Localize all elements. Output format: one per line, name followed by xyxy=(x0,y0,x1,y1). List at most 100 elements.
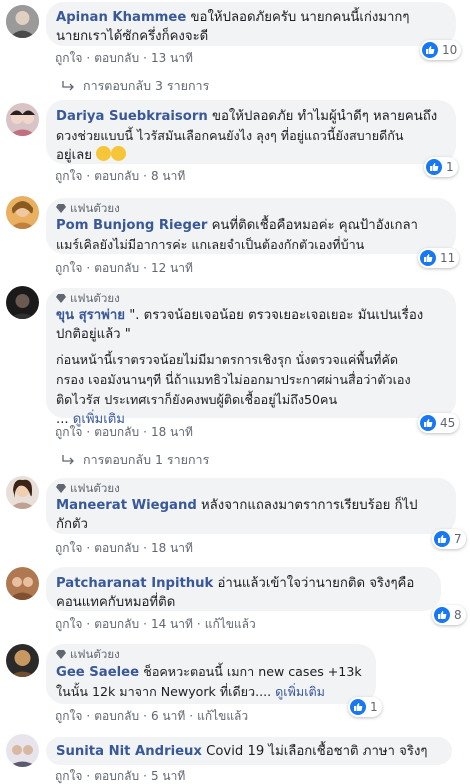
comment-bubble: แฟนตัวยง Gee Saelee ช็อคหวะตอนนี้ เมกา n… xyxy=(46,644,376,704)
like-count: 11 xyxy=(440,251,456,265)
comment-text: อยู่เลย xyxy=(56,148,92,163)
avatar[interactable] xyxy=(6,734,39,767)
reply-button[interactable]: ตอบกลับ xyxy=(94,50,139,66)
author-name[interactable]: ขุน สุราพ่าย xyxy=(56,308,125,323)
smile-emoji-icon xyxy=(111,146,127,161)
diamond-icon xyxy=(56,204,66,213)
timestamp[interactable]: 8 นาที xyxy=(151,168,185,184)
like-icon xyxy=(420,250,436,266)
reaction-count[interactable]: 1 xyxy=(348,697,382,717)
like-button[interactable]: ถูกใจ xyxy=(55,424,82,440)
replies-label: การตอบกลับ 3 รายการ xyxy=(83,78,210,93)
comment-text: ปกติอยู่แล้ว " xyxy=(56,327,131,342)
comment-text: นายกเราได้ซักครึ่งก็คงจะดี xyxy=(56,29,209,44)
badge-label: แฟนตัวยง xyxy=(70,291,120,305)
reply-button[interactable]: ตอบกลับ xyxy=(94,424,139,440)
top-fan-badge: แฟนตัวยง xyxy=(56,291,444,305)
like-button[interactable]: ถูกใจ xyxy=(55,50,82,66)
like-button[interactable]: ถูกใจ xyxy=(55,616,82,632)
avatar[interactable] xyxy=(6,5,39,38)
avatar[interactable] xyxy=(6,567,39,600)
like-count: 10 xyxy=(442,43,458,57)
comment-actions: ถูกใจ · ตอบกลับ · 6 นาที · แก้ไขแล้ว xyxy=(55,708,249,724)
top-fan-badge: แฟนตัวยง xyxy=(56,481,444,495)
comment-actions: ถูกใจ · ตอบกลับ · 13 นาที xyxy=(55,50,193,66)
reaction-count[interactable]: 8 xyxy=(432,605,466,625)
like-button[interactable]: ถูกใจ xyxy=(55,768,82,784)
author-name[interactable]: Maneerat Wiegand xyxy=(56,498,197,513)
timestamp[interactable]: 6 นาที xyxy=(151,708,185,724)
reply-button[interactable]: ตอบกลับ xyxy=(94,616,139,632)
avatar[interactable] xyxy=(6,476,39,509)
avatar[interactable] xyxy=(6,196,39,229)
author-name[interactable]: Apinan Khammee xyxy=(56,10,186,25)
reaction-count[interactable]: 1 xyxy=(424,157,458,177)
reaction-count[interactable]: 10 xyxy=(420,40,462,60)
top-fan-badge: แฟนตัวยง xyxy=(56,201,444,215)
avatar[interactable] xyxy=(6,286,39,319)
timestamp[interactable]: 5 นาที xyxy=(151,768,185,784)
reply-button[interactable]: ตอบกลับ xyxy=(94,260,139,276)
see-more-link[interactable]: ดูเพิ่มเติม xyxy=(275,684,325,699)
like-button[interactable]: ถูกใจ xyxy=(55,168,82,184)
like-button[interactable]: ถูกใจ xyxy=(55,708,82,724)
comment-text: ขอให้ปลอดภัยครับ นายกคนนี้เก่งมากๆ xyxy=(190,10,410,25)
comment-text: คอนแทคกับหมอที่ติด xyxy=(56,595,176,610)
comment-actions: ถูกใจ · ตอบกลับ · 14 นาที · แก้ไขแล้ว xyxy=(55,616,256,632)
like-button[interactable]: ถูกใจ xyxy=(55,260,82,276)
reply-button[interactable]: ตอบกลับ xyxy=(94,708,139,724)
comment-bubble: Dariya Suebkraisorn ขอให้ปลอดภัย ทำไมผู้… xyxy=(46,100,456,164)
comment-text: ช็อคหวะตอนนี้ เมกา new cases +13k xyxy=(143,664,362,679)
comment-text: กักตัว xyxy=(56,517,88,532)
replies-label: การตอบกลับ 1 รายการ xyxy=(83,452,210,467)
like-button[interactable]: ถูกใจ xyxy=(55,540,82,556)
comment-text: ติดไวรัส ประเทศเราก็ยังคงพบผู้ติดเชื้ออย… xyxy=(56,392,338,407)
diamond-icon xyxy=(56,294,66,303)
comment-text: ในนั้น 12k มาจาก Newyork ที่เดียว.... xyxy=(56,684,276,699)
view-replies-link[interactable]: การตอบกลับ 1 รายการ xyxy=(62,452,209,468)
reaction-count[interactable]: 11 xyxy=(418,248,460,268)
diamond-icon xyxy=(56,484,66,493)
timestamp[interactable]: 12 นาที xyxy=(151,260,193,276)
edited-label[interactable]: แก้ไขแล้ว xyxy=(205,616,256,632)
diamond-icon xyxy=(56,650,66,659)
comment-actions: ถูกใจ · ตอบกลับ · 8 นาที xyxy=(55,168,186,184)
reply-button[interactable]: ตอบกลับ xyxy=(94,168,139,184)
author-name[interactable]: Dariya Suebkraisorn xyxy=(56,109,208,124)
view-replies-link[interactable]: การตอบกลับ 3 รายการ xyxy=(62,78,209,94)
like-icon xyxy=(434,607,450,623)
author-name[interactable]: Sunita Nit Andrieux xyxy=(56,744,202,759)
top-fan-badge: แฟนตัวยง xyxy=(56,647,364,661)
comment-text: Covid 19 ไม่เลือกเชื้อชาติ ภาษา จริงๆ xyxy=(206,744,428,759)
reaction-count[interactable]: 7 xyxy=(432,529,466,549)
timestamp[interactable]: 14 นาที xyxy=(151,616,193,632)
avatar[interactable] xyxy=(6,644,39,677)
like-count: 8 xyxy=(454,608,462,622)
comment-bubble: Sunita Nit Andrieux Covid 19 ไม่เลือกเชื… xyxy=(46,737,452,765)
like-icon xyxy=(426,159,442,175)
comment-text: คนที่ติดเชื้อคือหมอค่ะ คุณป้าอังเกลา xyxy=(211,218,418,233)
avatar[interactable] xyxy=(6,103,39,136)
edited-label[interactable]: แก้ไขแล้ว xyxy=(197,708,248,724)
like-icon xyxy=(420,415,436,431)
reply-button[interactable]: ตอบกลับ xyxy=(94,768,139,784)
like-icon xyxy=(422,42,438,58)
timestamp[interactable]: 13 นาที xyxy=(151,50,193,66)
comment-text: ดวงช่วยแบบนี้ ไวรัสมันเลือกคนยังไง ลุงๆ … xyxy=(56,128,404,143)
comment-text: ขอให้ปลอดภัย ทำไมผู้นำดีๆ หลายคนถึง xyxy=(211,109,438,124)
comment-text: หลังจากแถลงมาตราการเรียบร้อย ก็ไป xyxy=(200,498,418,513)
reaction-count[interactable]: 45 xyxy=(418,413,460,433)
author-name[interactable]: Gee Saelee xyxy=(56,665,139,680)
timestamp[interactable]: 18 นาที xyxy=(151,540,193,556)
like-count: 1 xyxy=(446,160,454,174)
author-name[interactable]: Patcharanat Inpithuk xyxy=(56,576,213,591)
comment-bubble: แฟนตัวยง Maneerat Wiegand หลังจากแถลงมาต… xyxy=(46,478,456,534)
reply-button[interactable]: ตอบกลับ xyxy=(94,540,139,556)
badge-label: แฟนตัวยง xyxy=(70,201,120,215)
author-name[interactable]: Pom Bunjong Rieger xyxy=(56,218,207,233)
comment-text: ". ตรวจน้อยเจอน้อย ตรวจเยอะเจอเยอะ มันเป… xyxy=(129,308,424,323)
comment-actions: ถูกใจ · ตอบกลับ · 12 นาที xyxy=(55,260,193,276)
timestamp[interactable]: 18 นาที xyxy=(151,424,193,440)
like-count: 7 xyxy=(454,532,462,546)
comment-actions: ถูกใจ · ตอบกลับ · 18 นาที xyxy=(55,424,193,440)
